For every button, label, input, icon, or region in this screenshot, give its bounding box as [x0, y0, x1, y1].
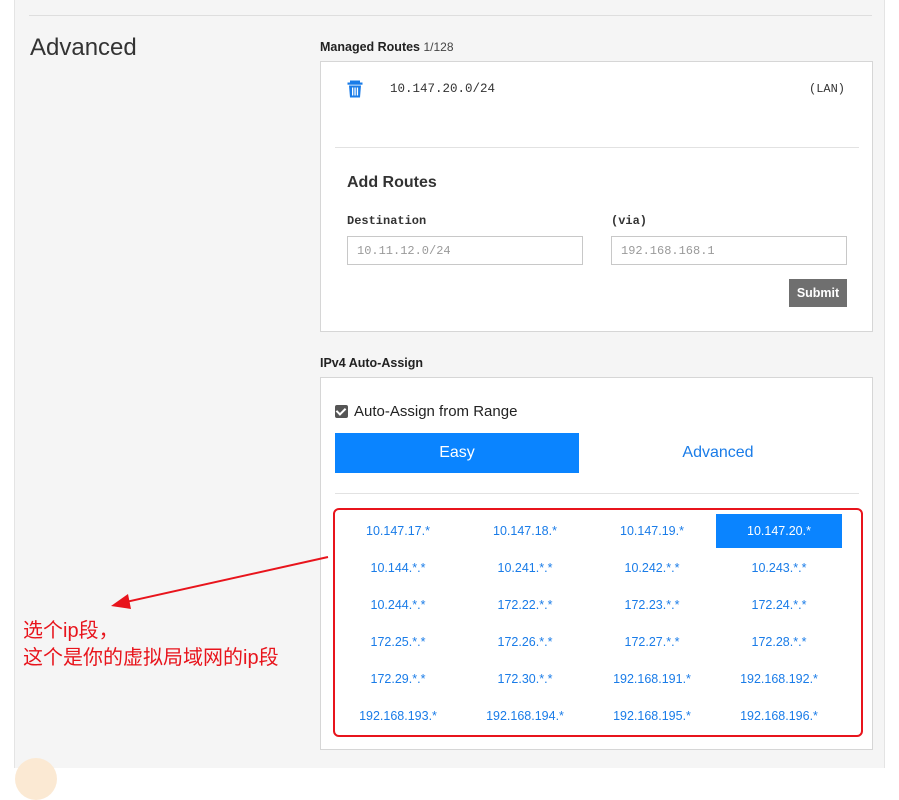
range-option[interactable]: 192.168.194.* [462, 699, 588, 733]
range-option[interactable]: 10.147.19.* [589, 514, 715, 548]
tab-advanced[interactable]: Advanced [596, 433, 840, 473]
range-option[interactable]: 10.241.*.* [462, 551, 588, 585]
range-option[interactable]: 192.168.193.* [335, 699, 461, 733]
range-option[interactable]: 10.147.18.* [462, 514, 588, 548]
managed-routes-title: Managed Routes [320, 40, 421, 54]
range-option[interactable]: 10.242.*.* [589, 551, 715, 585]
tab-divider [335, 493, 859, 494]
range-option[interactable]: 172.28.*.* [716, 625, 842, 659]
range-option[interactable]: 192.168.196.* [716, 699, 842, 733]
range-option[interactable]: 10.243.*.* [716, 551, 842, 585]
add-routes-title: Add Routes [347, 174, 437, 191]
submit-button[interactable]: Submit [789, 279, 847, 307]
range-option[interactable]: 172.29.*.* [335, 662, 461, 696]
destination-input[interactable] [347, 236, 583, 265]
range-option[interactable]: 10.147.20.* [716, 514, 842, 548]
top-divider [29, 15, 872, 16]
range-option[interactable]: 172.23.*.* [589, 588, 715, 622]
route-via: (LAN) [809, 82, 846, 96]
trash-icon[interactable] [347, 80, 363, 98]
auto-assign-label: IPv4 Auto-Assign [320, 356, 424, 370]
range-option[interactable]: 172.26.*.* [462, 625, 588, 659]
auto-assign-box: Auto-Assign from Range Easy Advanced 10.… [320, 377, 873, 750]
range-option[interactable]: 192.168.191.* [589, 662, 715, 696]
range-option[interactable]: 172.24.*.* [716, 588, 842, 622]
annotation-text: 选个ip段， 这个是你的虚拟局域网的ip段 [23, 618, 279, 672]
destination-label: Destination [347, 214, 427, 228]
managed-routes-box: 10.147.20.0/24 (LAN) Add Routes Destinat… [320, 61, 873, 332]
route-row: 10.147.20.0/24 (LAN) [347, 80, 847, 100]
managed-routes-label: Managed Routes 1/128 [320, 40, 454, 54]
via-label: (via) [611, 214, 648, 228]
managed-routes-count: 1/128 [423, 40, 454, 54]
annotation-line-1: 选个ip段， [23, 620, 119, 642]
route-destination: 10.147.20.0/24 [390, 82, 496, 96]
tab-easy[interactable]: Easy [335, 433, 579, 473]
via-input[interactable] [611, 236, 847, 265]
avatar [15, 758, 57, 800]
range-option[interactable]: 172.30.*.* [462, 662, 588, 696]
auto-assign-checkbox-label: Auto-Assign from Range [354, 403, 518, 420]
range-option[interactable]: 172.27.*.* [589, 625, 715, 659]
range-option[interactable]: 10.144.*.* [335, 551, 461, 585]
range-option[interactable]: 10.147.17.* [335, 514, 461, 548]
annotation-line-2: 这个是你的虚拟局域网的ip段 [23, 647, 279, 669]
range-option[interactable]: 172.25.*.* [335, 625, 461, 659]
section-title: Advanced [30, 34, 137, 61]
range-option[interactable]: 172.22.*.* [462, 588, 588, 622]
checkmark-icon [335, 405, 347, 416]
range-option[interactable]: 192.168.192.* [716, 662, 842, 696]
range-option[interactable]: 192.168.195.* [589, 699, 715, 733]
auto-assign-checkbox[interactable] [335, 405, 348, 418]
routes-divider [335, 147, 859, 148]
range-option[interactable]: 10.244.*.* [335, 588, 461, 622]
